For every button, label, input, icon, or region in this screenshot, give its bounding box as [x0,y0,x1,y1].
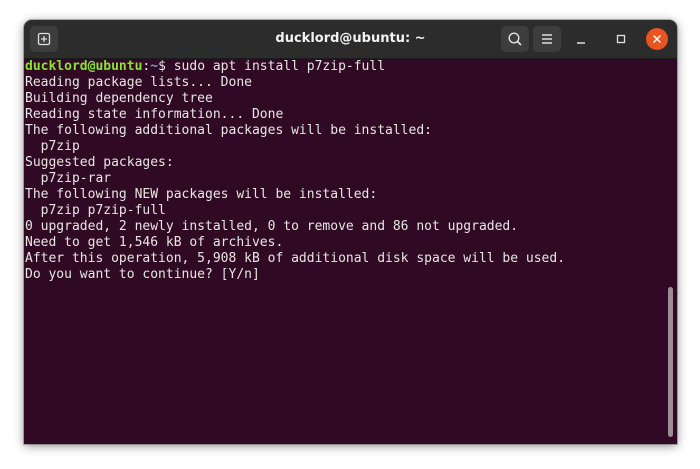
minimize-icon [577,42,585,44]
hamburger-menu-icon [542,34,552,44]
output-line: 0 upgraded, 2 newly installed, 0 to remo… [25,219,519,234]
close-button[interactable] [646,28,668,50]
output-line: The following NEW packages will be insta… [25,187,378,202]
output-line: p7zip p7zip-full [25,203,166,218]
scrollbar-thumb[interactable] [668,287,673,437]
prompt-user-host: ducklord@ubuntu [25,59,143,74]
output-line: Need to get 1,546 kB of archives. [25,235,284,250]
output-line: Reading state information... Done [25,107,284,122]
prompt-symbol: $ [158,59,166,74]
terminal-window: ducklord@ubuntu: ~ ducklord@ubuntu:~$ su… [24,20,677,444]
command-text: sudo apt install p7zip-full [165,59,386,74]
output-line: Building dependency tree [25,91,213,106]
terminal-output[interactable]: ducklord@ubuntu:~$ sudo apt install p7zi… [24,59,664,444]
input-prompt-line: Do you want to continue? [Y/n] [25,267,268,282]
menu-button[interactable] [533,26,561,52]
close-icon [652,34,662,44]
maximize-button[interactable] [610,28,632,50]
output-line: p7zip [25,139,80,154]
search-icon [508,32,522,46]
maximize-icon [616,34,626,44]
search-button[interactable] [501,26,529,52]
prompt-path: ~ [150,59,159,74]
minimize-button[interactable] [570,28,592,50]
output-line: Suggested packages: [25,155,174,170]
prompt-line: ducklord@ubuntu:~$ sudo apt install p7zi… [24,59,664,75]
output-line: Reading package lists... Done [25,75,252,90]
output-line: The following additional packages will b… [25,123,432,138]
headerbar[interactable]: ducklord@ubuntu: ~ [24,20,677,59]
output-line: p7zip-rar [25,171,112,186]
terminal-scrollbar[interactable] [664,59,677,444]
output-line: After this operation, 5,908 kB of additi… [25,251,566,266]
